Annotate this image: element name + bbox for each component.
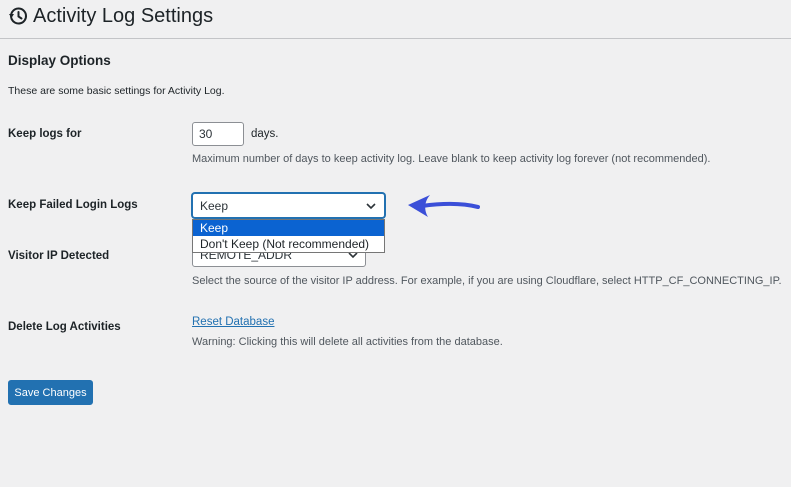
keep-failed-login-selected: Keep (200, 199, 229, 213)
option-keep[interactable]: Keep (193, 220, 384, 236)
option-dont-keep[interactable]: Don't Keep (Not recommended) (193, 236, 384, 252)
section-description: These are some basic settings for Activi… (8, 85, 225, 97)
annotation-arrow-icon (408, 195, 480, 217)
visitor-ip-help: Select the source of the visitor IP addr… (192, 275, 782, 287)
delete-logs-label: Delete Log Activities (8, 321, 121, 333)
section-title: Display Options (8, 53, 111, 68)
delete-logs-warning: Warning: Clicking this will delete all a… (192, 336, 503, 348)
page-title: Activity Log Settings (33, 5, 214, 27)
header-divider (0, 38, 791, 39)
reset-database-link[interactable]: Reset Database (192, 316, 274, 328)
keep-failed-login-label: Keep Failed Login Logs (8, 199, 138, 211)
chevron-down-icon (366, 203, 376, 210)
visitor-ip-label: Visitor IP Detected (8, 250, 110, 262)
keep-failed-login-dropdown: Keep Don't Keep (Not recommended) (192, 219, 385, 253)
keep-logs-label: Keep logs for (8, 128, 82, 140)
history-icon (9, 7, 27, 25)
days-suffix: days. (251, 128, 279, 140)
keep-logs-days-input[interactable] (192, 122, 244, 146)
keep-logs-help: Maximum number of days to keep activity … (192, 153, 711, 165)
save-changes-button[interactable]: Save Changes (8, 380, 93, 405)
keep-failed-login-select[interactable]: Keep (192, 193, 385, 218)
